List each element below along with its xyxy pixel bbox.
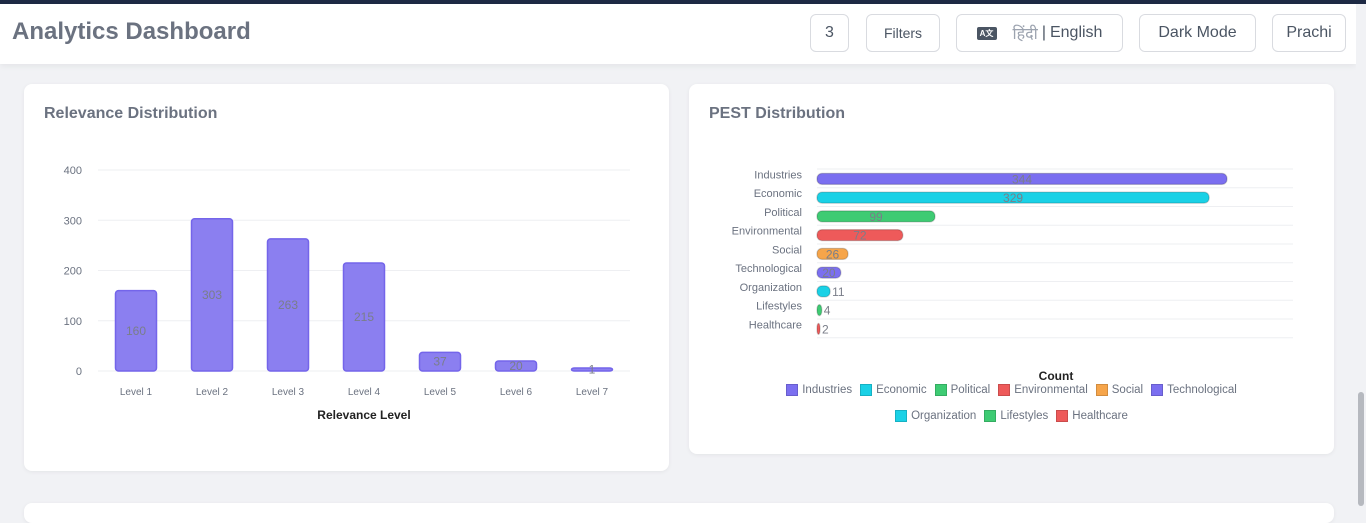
relevance-distribution-card: Relevance Distribution 0 100 200 300 400 160 L…: [24, 84, 669, 471]
x-tick-label: Level 6: [500, 387, 533, 398]
bar-value-label: 20: [822, 266, 836, 280]
legend-swatch: [895, 410, 908, 422]
legend-label: Technological: [1167, 384, 1237, 396]
y-tick-label: 100: [64, 316, 82, 328]
bar-value-label: 344: [1012, 172, 1032, 186]
relevance-bar-chart: 0 100 200 300 400 160 Level 1 303 Level 2 263 Leve…: [64, 165, 630, 422]
bar-value-label: 329: [1003, 191, 1023, 205]
category-label: Technological: [735, 263, 802, 275]
y-tick-label: 400: [64, 165, 82, 177]
y-tick-label: 0: [76, 366, 82, 378]
bar-value-label: 263: [278, 298, 298, 312]
legend-swatch: [1056, 410, 1069, 422]
legend-swatch: [1151, 384, 1164, 396]
category-label: Political: [764, 207, 802, 219]
language-toggle-button[interactable]: A文 हिंदी | English: [956, 14, 1123, 52]
legend-item[interactable]: Healthcare: [1056, 410, 1128, 422]
bar-value-label: 4: [824, 304, 831, 318]
y-tick-label: 300: [64, 215, 82, 227]
x-axis-title: Count: [1039, 369, 1074, 383]
app-header: Analytics Dashboard 3 Filters A文 हिंदी |…: [0, 4, 1356, 64]
bar-value-label: 72: [853, 229, 867, 243]
legend-label: Economic: [876, 384, 927, 396]
legend-item[interactable]: Environmental: [998, 384, 1088, 396]
legend-label: Organization: [911, 410, 977, 422]
legend-label: Healthcare: [1072, 410, 1128, 422]
x-tick-label: Level 1: [120, 387, 153, 398]
legend-item[interactable]: Industries: [786, 384, 852, 396]
legend-label: Industries: [802, 384, 853, 396]
legend-swatch: [1095, 384, 1108, 396]
hindi-label: हिंदी: [1012, 24, 1038, 43]
bar-value-label: 2: [822, 322, 829, 336]
legend-swatch: [984, 410, 997, 422]
category-label: Organization: [740, 282, 802, 294]
legend-label: Political: [950, 384, 991, 396]
bar-value-label: 20: [509, 359, 523, 373]
legend-item[interactable]: Technological: [1151, 384, 1237, 396]
page-title: Analytics Dashboard: [12, 18, 251, 45]
next-card: [24, 503, 1334, 523]
pest-bar: [816, 322, 821, 336]
dark-mode-label: Dark Mode: [1158, 24, 1237, 41]
bar-value-label: 11: [832, 285, 845, 299]
bar-value-label: 26: [826, 247, 840, 261]
count-badge-label: 3: [825, 24, 834, 41]
notification-count-button[interactable]: 3: [810, 14, 849, 52]
pest-bar-chart: Industries 344 Economic 329 Political 99 Envir…: [732, 168, 1293, 383]
bar-value-label: 99: [869, 210, 883, 224]
scrollbar-thumb[interactable]: [1358, 392, 1364, 506]
legend-swatch: [860, 384, 873, 396]
x-axis-title: Relevance Level: [317, 408, 410, 422]
bar-value-label: 215: [354, 310, 374, 324]
category-label: Industries: [754, 169, 802, 181]
pest-distribution-card: PEST Distribution Industries 344 Economic 3…: [689, 84, 1334, 454]
legend-item[interactable]: Social: [1095, 384, 1144, 396]
pest-bar: [816, 285, 831, 298]
category-label: Economic: [754, 188, 803, 200]
pest-legend-row-1: Industries Economic Political Environmental…: [689, 384, 1334, 396]
legend-swatch: [998, 384, 1011, 396]
category-label: Environmental: [732, 226, 802, 238]
legend-label: Environmental: [1014, 384, 1088, 396]
y-tick-label: 200: [64, 266, 82, 278]
legend-label: Social: [1111, 384, 1144, 396]
language-separator: |: [1041, 24, 1046, 41]
legend-item[interactable]: Political: [934, 384, 991, 396]
language-icon: A文: [976, 26, 997, 40]
x-tick-label: Level 4: [348, 387, 381, 398]
legend-item[interactable]: Lifestyles: [984, 410, 1048, 422]
dark-mode-button[interactable]: Dark Mode: [1139, 14, 1256, 52]
category-label: Healthcare: [749, 319, 802, 331]
legend-label: Lifestyles: [1000, 410, 1049, 422]
x-tick-label: Level 2: [196, 387, 229, 398]
legend-swatch: [786, 384, 799, 396]
category-label: Lifestyles: [756, 301, 802, 313]
legend-item[interactable]: Economic: [860, 384, 927, 396]
x-tick-label: Level 3: [272, 387, 305, 398]
filters-button[interactable]: Filters: [866, 14, 940, 52]
pest-legend-row-2: Organization Lifestyles Healthcare: [689, 410, 1334, 422]
english-label: English: [1049, 24, 1103, 41]
category-label: Social: [772, 244, 802, 256]
x-tick-label: Level 7: [576, 387, 609, 398]
bar-value-label: 1: [589, 363, 596, 377]
legend-swatch: [934, 384, 947, 396]
bar-value-label: 303: [202, 288, 222, 302]
bar-value-label: 37: [433, 355, 447, 369]
pest-bar: [816, 303, 823, 317]
filters-label: Filters: [883, 25, 923, 41]
legend-item[interactable]: Organization: [895, 410, 976, 422]
user-menu-button[interactable]: Prachi: [1272, 14, 1346, 52]
x-tick-label: Level 5: [424, 387, 457, 398]
bar-value-label: 160: [126, 324, 146, 338]
user-label: Prachi: [1286, 24, 1332, 41]
